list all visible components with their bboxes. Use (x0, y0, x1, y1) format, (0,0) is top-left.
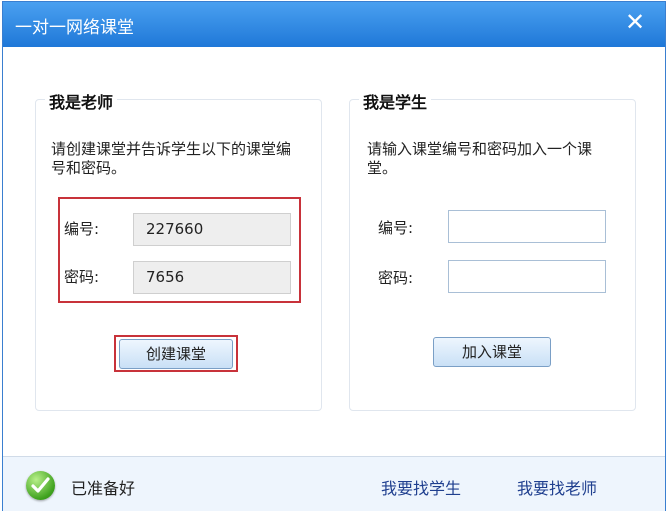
find-teacher-link[interactable]: 我要找老师 (517, 475, 597, 499)
check-circle-icon (26, 471, 55, 500)
student-description: 请输入课堂编号和密码加入一个课堂。 (367, 140, 593, 177)
window-title: 一对一网络课堂 (15, 18, 134, 38)
teacher-description: 请创建课堂并告诉学生以下的课堂编号和密码。 (51, 140, 292, 177)
dialog-window: 一对一网络课堂 ✕ 我是老师 请创建课堂并告诉学生以下的课堂编号和密码。 编号:… (2, 1, 666, 511)
student-panel-title: 我是学生 (359, 89, 432, 113)
create-classroom-button[interactable]: 创建课堂 (119, 339, 233, 369)
join-classroom-button[interactable]: 加入课堂 (433, 337, 551, 367)
status-text: 已准备好 (71, 479, 136, 498)
close-button[interactable]: ✕ (607, 2, 663, 44)
teacher-panel-title: 我是老师 (45, 89, 118, 113)
close-icon: ✕ (624, 8, 646, 36)
teacher-id-label: 编号: (64, 220, 100, 238)
student-password-label: 密码: (378, 269, 414, 287)
student-id-label: 编号: (378, 219, 414, 237)
status-bar: 已准备好 我要找学生 我要找老师 (3, 456, 665, 511)
checkmark-icon (31, 477, 50, 493)
teacher-room-id-field: 227660 (133, 213, 291, 246)
teacher-password-label: 密码: (64, 268, 100, 286)
teacher-room-password-field: 7656 (133, 261, 291, 294)
student-room-id-input[interactable] (448, 210, 606, 243)
dialog-body: 我是老师 请创建课堂并告诉学生以下的课堂编号和密码。 编号: 227660 密码… (3, 47, 665, 511)
student-room-password-input[interactable] (448, 260, 606, 293)
title-bar[interactable]: 一对一网络课堂 ✕ (3, 2, 665, 47)
find-student-link[interactable]: 我要找学生 (381, 475, 461, 499)
